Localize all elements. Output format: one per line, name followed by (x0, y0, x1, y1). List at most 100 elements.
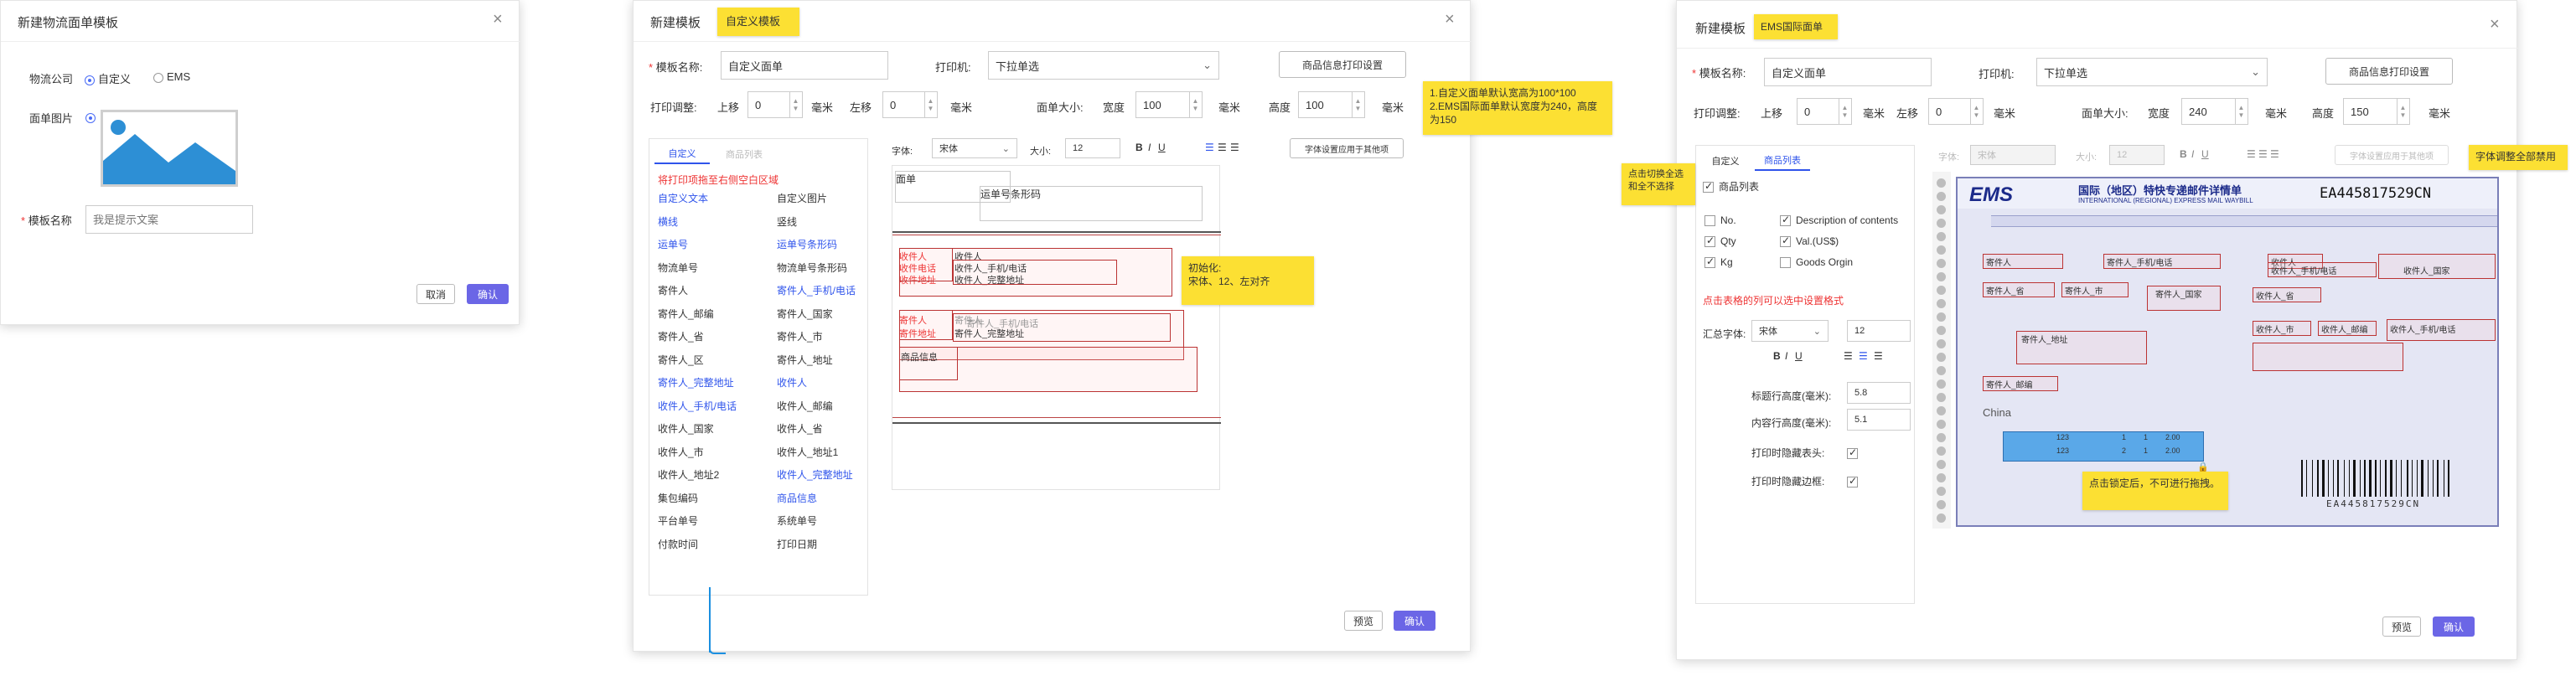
italic-icon[interactable]: I (1148, 142, 1151, 153)
image-radio[interactable] (85, 111, 99, 124)
hide-header-checkbox[interactable] (1847, 446, 1863, 459)
field-item[interactable]: 收件人_国家 (658, 423, 757, 435)
field-item[interactable]: 收件人_地址2 (658, 469, 757, 481)
title-height-input[interactable]: 5.8 (1847, 382, 1911, 404)
apply-font-button[interactable]: 字体设置应用于其他项 (1290, 138, 1404, 158)
font-select[interactable]: 宋体 ⌄ (932, 138, 1017, 158)
field-item[interactable]: 集包编码 (658, 493, 757, 504)
field-item[interactable]: 寄件人_手机/电话 (777, 285, 876, 297)
align-left-icon[interactable]: ☰ (1205, 142, 1214, 153)
field-item[interactable]: 收件人 (777, 377, 876, 389)
recv-addr-cell[interactable] (2253, 343, 2403, 371)
field-item[interactable]: 寄件人_省 (658, 331, 757, 343)
field-item[interactable]: 商品信息 (777, 493, 876, 504)
sum-size-input[interactable]: 12 (1847, 320, 1911, 342)
field-item[interactable]: 收件人_省 (777, 423, 876, 435)
hide-border-checkbox[interactable] (1847, 474, 1863, 488)
field-item[interactable]: 系统单号 (777, 515, 876, 527)
align-right-icon[interactable]: ☰ (1874, 350, 1883, 362)
close-icon[interactable]: × (1445, 11, 1455, 28)
column-checkbox[interactable]: Kg (1704, 255, 1733, 269)
align-right-icon[interactable]: ☰ (2270, 148, 2279, 160)
field-item[interactable]: 竖线 (777, 216, 876, 228)
column-checkbox[interactable]: Val.(US$) (1780, 235, 1839, 248)
field-item[interactable]: 寄件人 (658, 285, 757, 297)
field-item[interactable]: 收件人_市 (658, 446, 757, 458)
field-item[interactable]: 打印日期 (777, 539, 876, 550)
top-stepper[interactable]: ▲ ▼ (789, 92, 801, 117)
field-item[interactable]: 寄件人_市 (777, 331, 876, 343)
field-item[interactable]: 平台单号 (658, 515, 757, 527)
field-item[interactable]: 自定义文本 (658, 193, 757, 204)
printer-select[interactable]: 下拉单选 ⌄ (2036, 58, 2268, 86)
checkbox-icon[interactable] (1780, 214, 1791, 227)
field-item[interactable]: 收件人_手机/电话 (658, 400, 757, 412)
field-item[interactable]: 付款时间 (658, 539, 757, 550)
height-stepper[interactable]: ▲ ▼ (1352, 92, 1363, 117)
field-item[interactable]: 物流单号 (658, 262, 757, 274)
width-stepper[interactable]: ▲ ▼ (2235, 99, 2247, 124)
radio-custom[interactable]: 自定义 (85, 70, 131, 86)
checkbox-icon[interactable] (1780, 235, 1791, 248)
underline-icon[interactable]: U (1795, 350, 1803, 362)
top-stepper[interactable]: ▲ ▼ (1839, 99, 1850, 124)
tab-custom[interactable]: 自定义 (654, 144, 710, 164)
radio-icon[interactable] (85, 113, 96, 124)
close-icon[interactable]: × (493, 11, 503, 28)
printer-select[interactable]: 下拉单选 ⌄ (988, 51, 1219, 80)
tab-goods[interactable]: 商品列表 (716, 144, 772, 164)
apply-font-button[interactable]: 字体设置应用于其他项 (2335, 145, 2449, 165)
font-size-input[interactable]: 12 (2109, 145, 2165, 165)
underline-icon[interactable]: U (1158, 142, 1166, 153)
align-center-icon[interactable]: ☰ (1218, 142, 1227, 153)
column-checkbox[interactable]: Qty (1704, 235, 1736, 248)
radio-icon[interactable] (153, 72, 163, 83)
template-name-input[interactable] (85, 205, 253, 234)
field-item[interactable]: 收件人_完整地址 (777, 469, 876, 481)
field-item[interactable]: 寄件人_地址 (777, 354, 876, 366)
italic-icon[interactable]: I (2191, 148, 2194, 160)
template-name-input[interactable]: 自定义面单 (721, 51, 888, 80)
left-stepper[interactable]: ▲ ▼ (924, 92, 936, 117)
width-stepper[interactable]: ▲ ▼ (1189, 92, 1201, 117)
font-size-input[interactable]: 12 (1065, 138, 1120, 158)
cancel-button[interactable]: 取消 (416, 284, 455, 304)
field-item[interactable]: 收件人_地址1 (777, 446, 876, 458)
checkbox-icon[interactable] (1780, 257, 1791, 269)
field-item[interactable]: 自定义图片 (777, 193, 876, 204)
goods-list-toggle[interactable]: 商品列表 (1703, 179, 1759, 193)
canvas-barcode-field[interactable]: 运单号条形码 (980, 186, 1203, 221)
bold-icon[interactable]: B (2180, 148, 2187, 160)
column-checkbox[interactable]: Goods Orgin (1780, 256, 1853, 269)
sum-font-select[interactable]: 宋体 ⌄ (1751, 320, 1829, 342)
confirm-button[interactable]: 确认 (1394, 611, 1435, 631)
content-height-input[interactable]: 5.1 (1847, 409, 1911, 431)
height-stepper[interactable]: ▲ ▼ (2397, 99, 2408, 124)
field-item[interactable]: 运单号条形码 (777, 239, 876, 250)
field-item[interactable]: 寄件人_邮编 (658, 308, 757, 320)
align-left-icon[interactable]: ☰ (2247, 148, 2256, 160)
close-icon[interactable]: × (2490, 16, 2500, 33)
checkbox-icon[interactable] (1847, 475, 1858, 488)
italic-icon[interactable]: I (1785, 350, 1787, 362)
left-stepper[interactable]: ▲ ▼ (1970, 99, 1982, 124)
field-item[interactable]: 寄件人_区 (658, 354, 757, 366)
checkbox-icon[interactable] (1703, 180, 1714, 193)
bold-icon[interactable]: B (1135, 142, 1143, 153)
column-checkbox[interactable]: No. (1704, 214, 1736, 227)
checkbox-icon[interactable] (1704, 255, 1715, 269)
checkbox-icon[interactable] (1704, 235, 1715, 248)
tab-goods[interactable]: 商品列表 (1755, 151, 1810, 171)
bold-icon[interactable]: B (1773, 350, 1781, 362)
goods-print-settings-button[interactable]: 商品信息打印设置 (2325, 58, 2453, 85)
image-placeholder[interactable] (101, 110, 238, 187)
preview-button[interactable]: 预览 (1344, 611, 1383, 631)
align-left-icon[interactable]: ☰ (1844, 350, 1853, 362)
radio-icon[interactable] (85, 75, 95, 85)
field-item[interactable]: 收件人_邮编 (777, 400, 876, 412)
goods-print-settings-button[interactable]: 商品信息打印设置 (1279, 51, 1406, 78)
column-checkbox[interactable]: Description of contents (1780, 214, 1898, 227)
radio-ems[interactable]: EMS (153, 70, 190, 83)
align-right-icon[interactable]: ☰ (1230, 142, 1239, 153)
field-item[interactable]: 横线 (658, 216, 757, 228)
